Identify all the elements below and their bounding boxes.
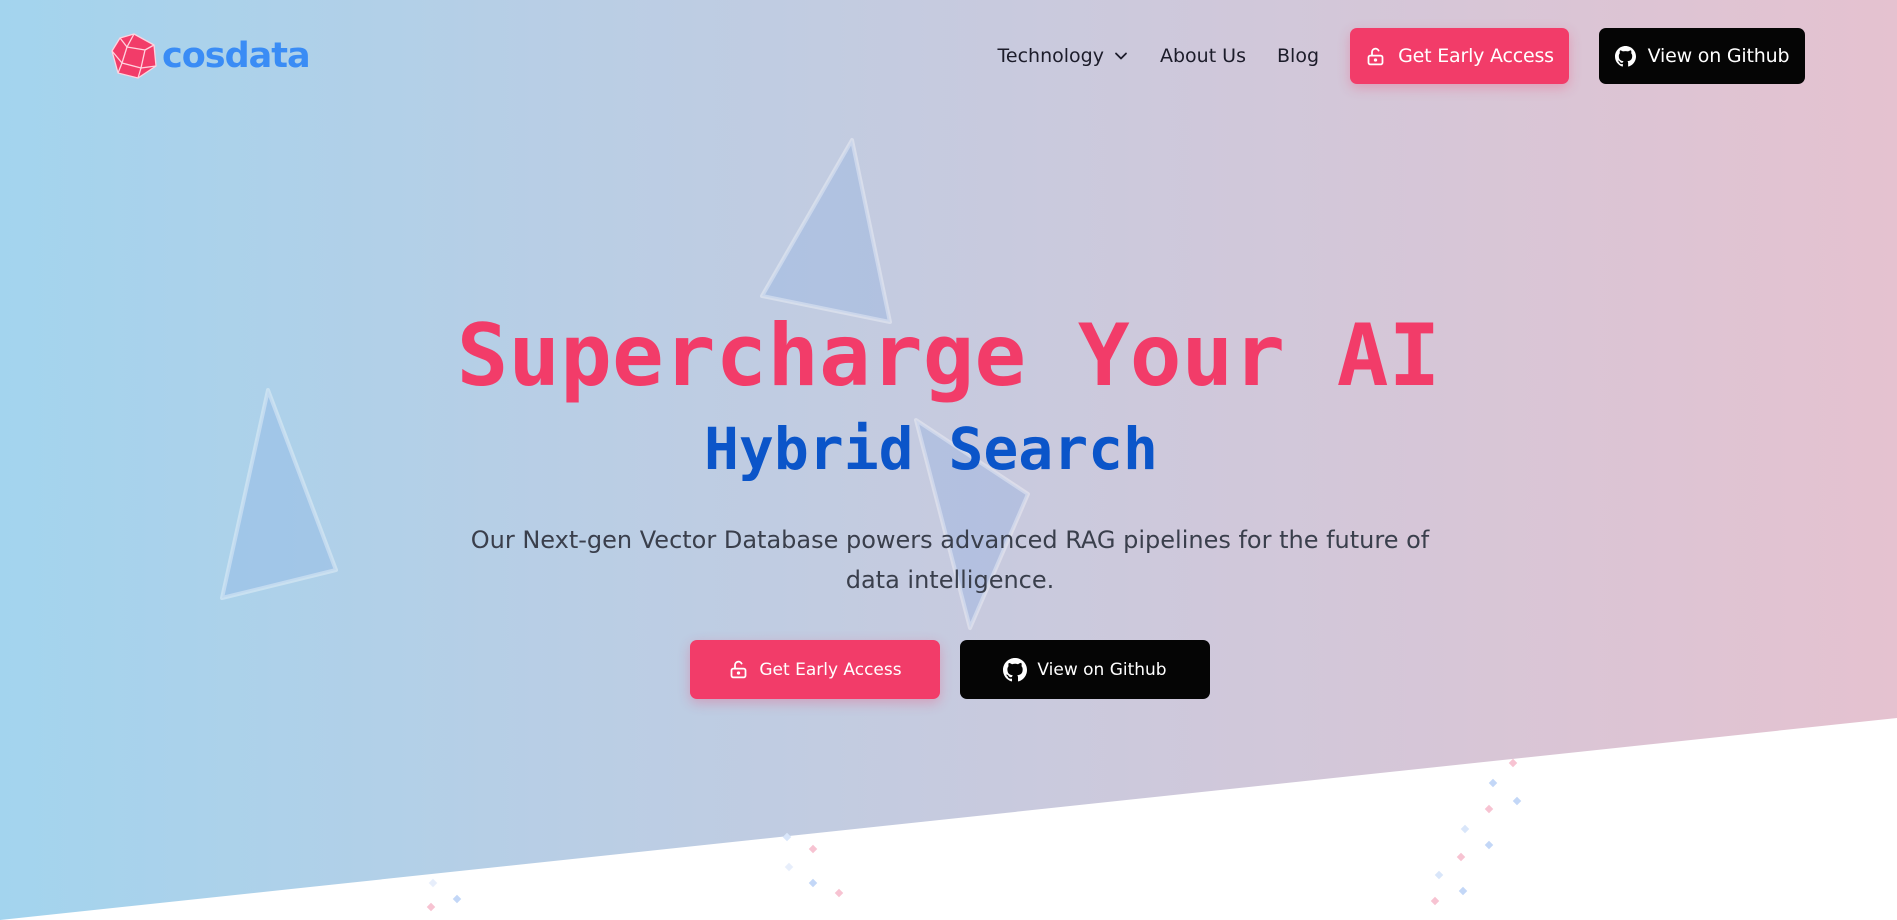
chevron-down-icon [1115, 52, 1127, 60]
decorative-triangle [760, 138, 892, 324]
nav-item-label: Technology [997, 45, 1104, 67]
button-label: Get Early Access [1398, 45, 1554, 67]
button-label: Get Early Access [759, 659, 902, 680]
unlock-icon [731, 660, 747, 679]
brand-name: cosdata [162, 36, 311, 76]
nav-item-label: About Us [1159, 45, 1246, 67]
button-label: View on Github [1037, 659, 1167, 680]
hero-description: Our Next-gen Vector Database powers adva… [470, 526, 1430, 594]
brand-logo[interactable]: cosdata [110, 33, 311, 79]
unlock-icon [1367, 47, 1384, 65]
nav-item-label: Blog [1277, 45, 1319, 67]
nav-item-blog[interactable]: Blog [1277, 45, 1319, 67]
hero-get-early-access-button[interactable]: Get Early Access [690, 640, 940, 699]
hero-subheadline: Hybrid Search [704, 415, 1158, 483]
nav-item-about-us[interactable]: About Us [1160, 45, 1246, 67]
github-icon [1614, 45, 1636, 66]
main-nav: Technology About Us Blog Get Early Acces… [998, 28, 1805, 84]
view-on-github-button[interactable]: View on Github [1599, 28, 1805, 84]
get-early-access-button[interactable]: Get Early Access [1350, 28, 1569, 84]
hero-headline: Supercharge Your AI [456, 306, 1441, 406]
nav-item-technology[interactable]: Technology [998, 45, 1129, 67]
github-icon [1003, 657, 1028, 681]
button-label: View on Github [1647, 45, 1790, 67]
polyhedron-icon [111, 33, 157, 79]
hero-view-on-github-button[interactable]: View on Github [960, 640, 1210, 699]
